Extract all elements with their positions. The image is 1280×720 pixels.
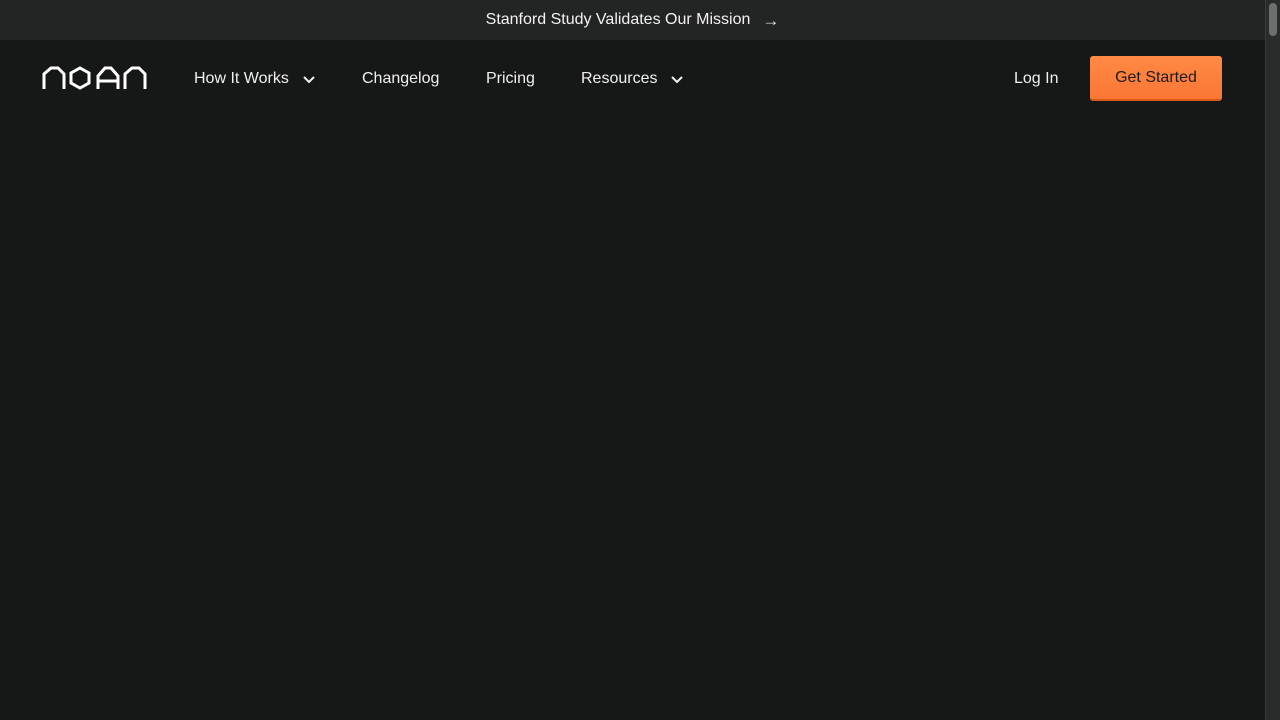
nav-resources-label: Resources xyxy=(581,70,658,87)
login-link[interactable]: Log In xyxy=(1014,70,1058,88)
page: Stanford Study Validates Our Mission → H… xyxy=(0,0,1280,720)
vertical-scrollbar[interactable] xyxy=(1265,0,1280,720)
nav-resources[interactable]: Resources xyxy=(581,70,684,88)
nav-changelog[interactable]: Changelog xyxy=(362,70,439,88)
chevron-down-icon xyxy=(670,72,684,86)
noan-logo[interactable] xyxy=(42,66,148,90)
main-nav: How It Works Changelog Pricing Resources… xyxy=(0,40,1265,118)
scrollbar-thumb[interactable] xyxy=(1269,3,1277,36)
nav-how-it-works-label: How It Works xyxy=(194,70,289,87)
get-started-button[interactable]: Get Started xyxy=(1090,56,1222,101)
nav-changelog-label: Changelog xyxy=(362,70,440,87)
announcement-text: Stanford Study Validates Our Mission xyxy=(485,11,751,28)
get-started-label: Get Started xyxy=(1115,68,1197,86)
nav-pricing-label: Pricing xyxy=(486,70,535,87)
announcement-bar[interactable]: Stanford Study Validates Our Mission → xyxy=(0,0,1265,40)
chevron-down-icon xyxy=(302,72,316,86)
nav-how-it-works[interactable]: How It Works xyxy=(194,70,316,88)
nav-pricing[interactable]: Pricing xyxy=(486,70,535,88)
arrow-right-icon: → xyxy=(762,10,780,30)
